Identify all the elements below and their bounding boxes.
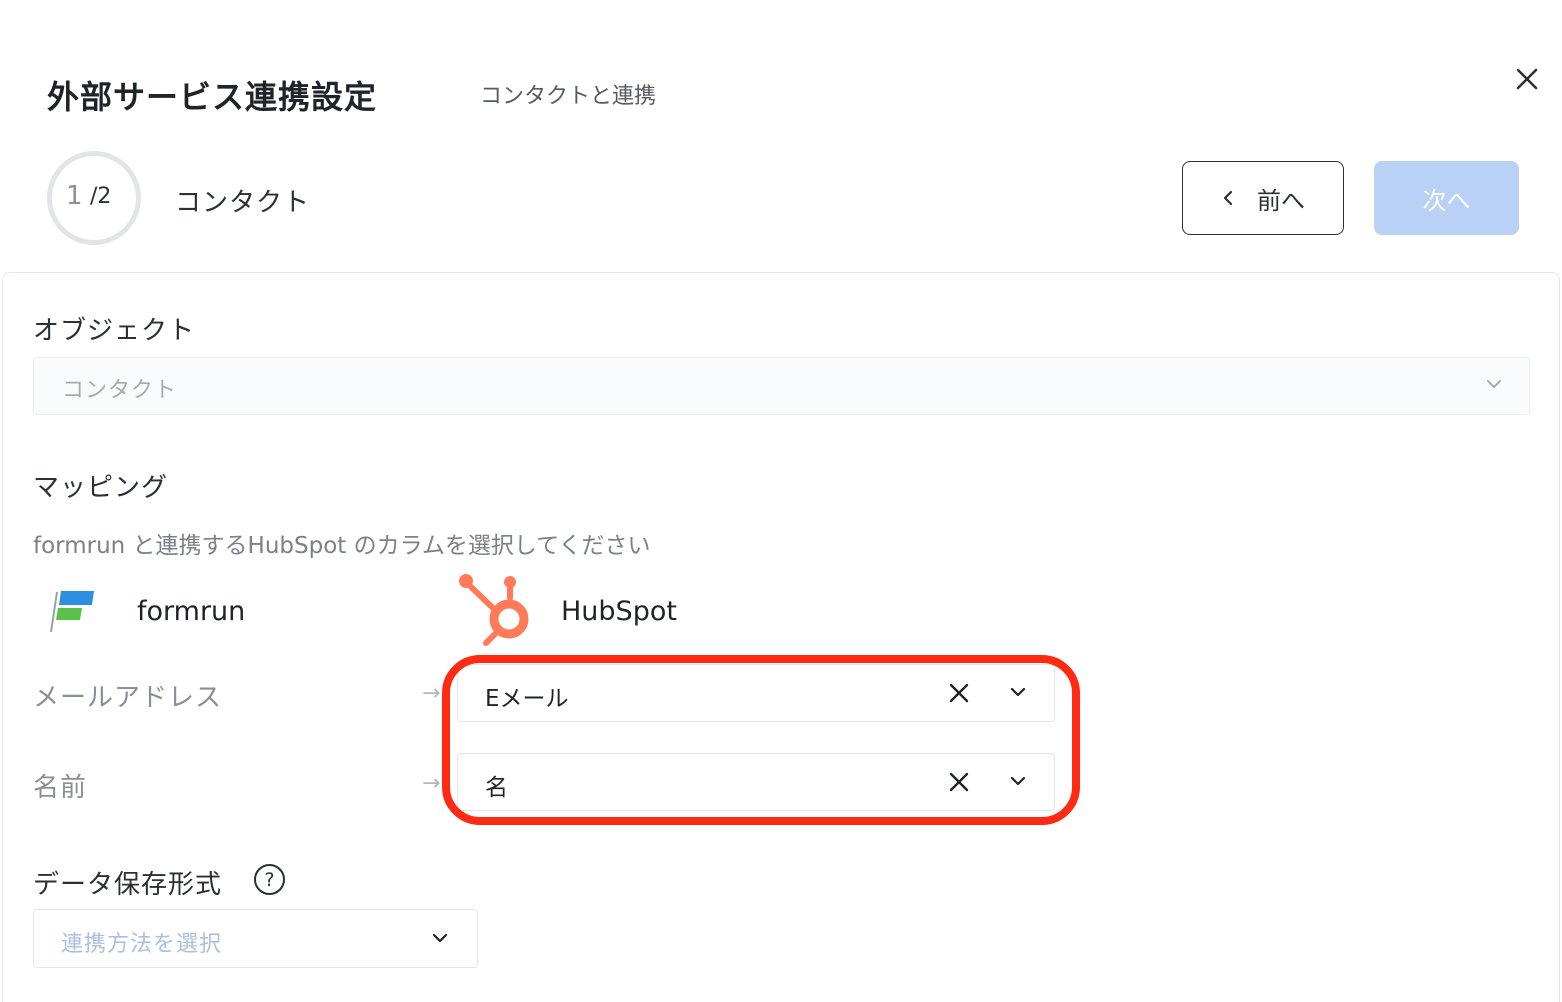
target-field-select-email[interactable]: Eメール xyxy=(457,664,1055,722)
mapping-label: マッピング xyxy=(33,473,169,503)
target-field-value: 名 xyxy=(485,775,508,801)
mapping-description: formrun と連携するHubSpot のカラムを選択してください xyxy=(33,533,651,559)
object-select[interactable]: コンタクト xyxy=(33,357,1530,415)
chevron-down-icon xyxy=(432,933,448,943)
target-field-value: Eメール xyxy=(485,686,569,712)
target-service-name: HubSpot xyxy=(561,596,677,627)
source-service-name: formrun xyxy=(137,596,246,627)
chevron-down-icon[interactable] xyxy=(1008,685,1028,699)
object-select-value: コンタクト xyxy=(62,378,178,403)
clear-icon[interactable] xyxy=(946,680,972,706)
source-field-name: 名前 xyxy=(33,773,88,803)
prev-button[interactable]: 前へ xyxy=(1182,161,1344,235)
next-button-label: 次へ xyxy=(1422,186,1471,215)
hubspot-logo-icon xyxy=(459,574,529,646)
storage-format-label: データ保存形式 xyxy=(33,870,223,900)
chevron-left-icon xyxy=(1223,190,1233,206)
target-field-select-name[interactable]: 名 xyxy=(457,753,1055,811)
step-label: コンタクト xyxy=(175,188,311,218)
chevron-down-icon[interactable] xyxy=(1008,774,1028,788)
dialog-title: 外部サービス連携設定 xyxy=(47,78,378,116)
help-icon[interactable]: ? xyxy=(254,864,285,895)
formrun-logo-icon xyxy=(50,591,94,633)
close-button[interactable] xyxy=(1510,62,1544,96)
chevron-down-icon xyxy=(1487,380,1501,388)
prev-button-label: 前へ xyxy=(1257,186,1305,215)
source-field-email: メールアドレス xyxy=(33,683,223,713)
storage-method-select[interactable]: 連携方法を選択 xyxy=(33,909,478,968)
arrow-right-icon: → xyxy=(422,681,441,706)
storage-method-placeholder: 連携方法を選択 xyxy=(61,932,223,957)
object-label: オブジェクト xyxy=(33,316,196,346)
close-icon xyxy=(1516,68,1538,90)
step-total: /2 xyxy=(90,184,112,209)
next-button[interactable]: 次へ xyxy=(1374,161,1519,235)
arrow-right-icon: → xyxy=(422,771,441,796)
step-current: 1 xyxy=(66,181,83,211)
clear-icon[interactable] xyxy=(946,769,972,795)
dialog-subtitle: コンタクトと連携 xyxy=(480,84,657,109)
